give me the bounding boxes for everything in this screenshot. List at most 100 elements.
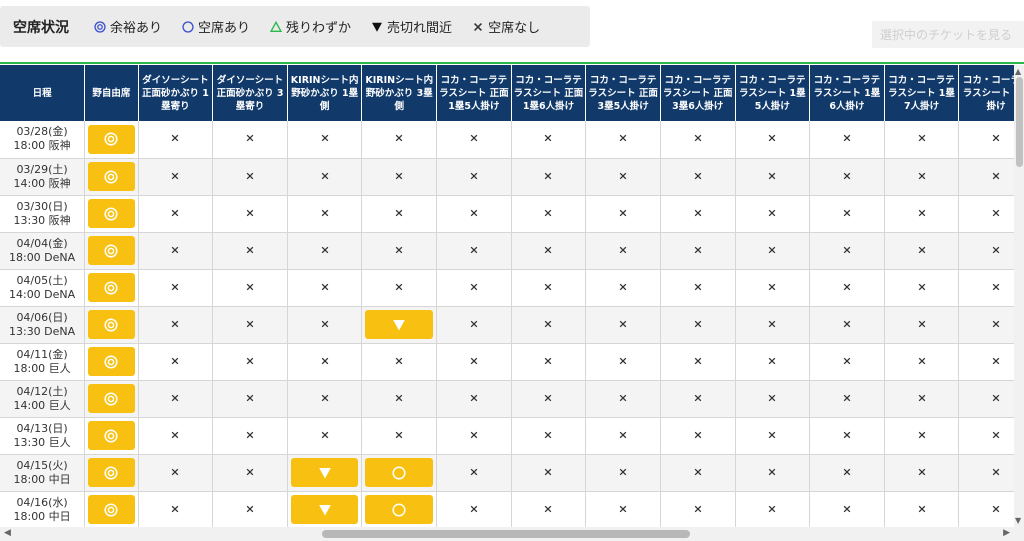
horizontal-scrollbar[interactable]: ◀ ▶ <box>0 527 1024 541</box>
sold-out-cell <box>138 454 214 492</box>
x-icon <box>618 171 628 181</box>
legend-item: 空席あり <box>182 17 250 36</box>
game-time-opponent: 18:00 中日 <box>13 509 71 523</box>
select-seat-button[interactable] <box>365 495 434 524</box>
scroll-right-arrow-icon[interactable]: ▶ <box>1003 528 1010 538</box>
game-date-cell: 04/12(土) 14:00 巨人 <box>0 380 86 418</box>
select-seat-button[interactable] <box>88 421 135 450</box>
select-seat-button[interactable] <box>88 162 135 191</box>
seat-availability-cell <box>361 491 438 527</box>
sold-out-cell <box>884 454 960 492</box>
select-seat-button[interactable] <box>88 199 135 228</box>
x-icon <box>170 171 180 181</box>
select-seat-button[interactable] <box>88 236 135 265</box>
x-icon <box>693 319 703 329</box>
sold-out-cell <box>212 380 288 418</box>
divider-line <box>0 62 1024 64</box>
seat-availability-table-container[interactable]: 日程 野自由席 ダイソーシート 正面砂かぶり 1塁寄り ダイソーシート 正面砂かぶり… <box>0 65 1014 527</box>
sold-out-cell <box>511 343 587 381</box>
select-seat-button[interactable] <box>365 458 434 487</box>
seat-availability-cell <box>84 232 139 270</box>
select-seat-button[interactable] <box>88 347 135 376</box>
vertical-scrollbar[interactable]: ▲ ▼ <box>1014 65 1024 527</box>
sold-out-cell <box>660 306 736 344</box>
sold-out-cell <box>287 380 363 418</box>
scroll-left-arrow-icon[interactable]: ◀ <box>4 528 11 538</box>
sold-out-cell <box>958 491 1014 527</box>
game-date-cell: 04/04(金) 18:00 DeNA <box>0 232 86 270</box>
x-icon <box>245 171 255 181</box>
scroll-up-arrow-icon[interactable]: ▲ <box>1015 67 1021 76</box>
game-date: 04/13(日) <box>16 421 68 435</box>
x-icon <box>767 393 777 403</box>
x-icon <box>170 504 180 514</box>
x-icon <box>842 208 852 218</box>
sold-out-cell <box>212 232 288 270</box>
down-triangle-icon <box>318 503 332 517</box>
x-icon <box>170 282 180 292</box>
sold-out-cell <box>958 417 1014 455</box>
game-date-cell: 03/30(日) 13:30 阪神 <box>0 195 86 233</box>
sold-out-cell <box>884 195 960 233</box>
select-seat-button[interactable] <box>88 384 135 413</box>
game-date-cell: 04/06(日) 13:30 DeNA <box>0 306 86 344</box>
sold-out-cell <box>958 306 1014 344</box>
x-icon <box>991 356 1001 366</box>
x-icon <box>320 282 330 292</box>
sold-out-cell <box>958 195 1014 233</box>
sold-out-cell <box>735 232 811 270</box>
x-icon <box>767 504 777 514</box>
sold-out-cell <box>511 417 587 455</box>
sold-out-cell <box>361 380 438 418</box>
x-icon <box>245 356 255 366</box>
sold-out-cell <box>212 269 288 307</box>
sold-out-cell <box>958 232 1014 270</box>
vertical-scroll-thumb[interactable] <box>1016 77 1023 167</box>
x-icon <box>469 393 479 403</box>
select-seat-button[interactable] <box>88 310 135 339</box>
seat-availability-cell <box>84 380 139 418</box>
sold-out-cell <box>511 454 587 492</box>
x-icon <box>917 504 927 514</box>
x-icon <box>842 504 852 514</box>
double-circle-icon <box>104 428 118 443</box>
select-seat-button[interactable] <box>88 458 135 487</box>
seat-column-header: コカ・コーラテラスシート 正面1塁5人掛け <box>436 65 512 121</box>
x-icon <box>245 319 255 329</box>
sold-out-cell <box>212 417 288 455</box>
sold-out-cell <box>511 195 587 233</box>
table-row: 04/05(土) 14:00 DeNA <box>0 269 1014 307</box>
select-seat-button[interactable] <box>365 310 434 339</box>
x-icon <box>320 319 330 329</box>
sold-out-cell <box>212 306 288 344</box>
sold-out-cell <box>809 232 885 270</box>
x-icon <box>618 504 628 514</box>
double-circle-icon <box>104 354 118 369</box>
x-icon <box>245 282 255 292</box>
select-seat-button[interactable] <box>88 273 135 302</box>
game-date-cell: 04/15(火) 18:00 中日 <box>0 454 86 492</box>
sold-out-cell <box>735 343 811 381</box>
x-icon <box>170 319 180 329</box>
select-seat-button[interactable] <box>290 458 359 487</box>
view-selected-tickets-button[interactable]: 選択中のチケットを見る <box>872 21 1024 48</box>
sold-out-cell <box>436 380 512 418</box>
seat-availability-cell <box>84 491 139 527</box>
seat-column-header: KIRINシート内野砂かぶり 3塁側 <box>361 65 438 121</box>
seat-availability-cell <box>84 417 139 455</box>
x-icon <box>842 245 852 255</box>
horizontal-scroll-thumb[interactable] <box>322 530 690 538</box>
game-date: 04/12(土) <box>16 384 68 398</box>
scroll-down-arrow-icon[interactable]: ▼ <box>1015 516 1021 525</box>
table-row: 04/15(火) 18:00 中日 <box>0 454 1014 492</box>
x-icon <box>394 133 404 143</box>
x-icon <box>543 171 553 181</box>
game-date: 03/29(土) <box>16 162 68 176</box>
select-seat-button[interactable] <box>88 495 135 524</box>
sold-out-cell <box>958 121 1014 159</box>
select-seat-button[interactable] <box>290 495 359 524</box>
game-date-cell: 04/11(金) 18:00 巨人 <box>0 343 86 381</box>
sold-out-cell <box>585 306 661 344</box>
x-icon <box>543 504 553 514</box>
select-seat-button[interactable] <box>88 124 135 154</box>
